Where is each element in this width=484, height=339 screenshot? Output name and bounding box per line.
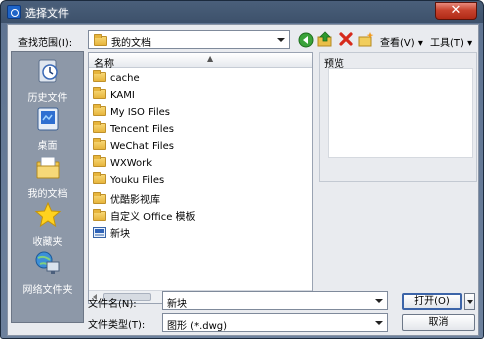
chevron-down-icon[interactable]	[372, 293, 386, 308]
place-label: 网络文件夹	[22, 285, 73, 296]
place-my-documents[interactable]: 我的文档	[12, 154, 83, 200]
item-name: cache	[110, 73, 140, 84]
tools-menu-label: 工具(T)	[430, 38, 464, 49]
place-desktop[interactable]: 桌面	[12, 106, 83, 152]
filetype-combo[interactable]: 图形 (*.dwg)	[162, 313, 388, 332]
filename-value: 新块	[167, 299, 187, 310]
list-item[interactable]: WXWork	[93, 155, 153, 174]
list-item[interactable]: WeChat Files	[93, 138, 174, 157]
back-icon[interactable]	[298, 32, 314, 48]
look-in-combo[interactable]: 我的文档	[88, 30, 290, 49]
desktop-icon	[37, 107, 58, 131]
folder-icon	[93, 70, 106, 82]
up-one-level-icon[interactable]	[317, 31, 333, 47]
item-name: WXWork	[110, 158, 153, 169]
delete-icon[interactable]	[338, 31, 354, 47]
place-label: 桌面	[37, 141, 58, 152]
tools-menu[interactable]: 工具(T) ▾	[430, 34, 472, 49]
dialog-client-area: 查找范围(I): 我的文档 查看(V) ▾ 工具(T) ▾ 历史文件 桌面 我的…	[7, 24, 479, 336]
folder-icon	[93, 172, 106, 184]
item-name: WeChat Files	[110, 141, 174, 152]
look-in-label: 查找范围(I):	[18, 38, 73, 49]
folder-icon	[93, 192, 106, 204]
item-name: My ISO Files	[110, 107, 171, 118]
dialog-window: 选择文件 ✕ 查找范围(I): 我的文档 查看(V) ▾ 工具(T) ▾ 历史文…	[0, 0, 484, 339]
close-button[interactable]: ✕	[435, 2, 477, 20]
place-label: 我的文档	[27, 189, 68, 200]
open-button[interactable]: 打开(O)	[402, 293, 462, 310]
column-header-label: 名称	[94, 59, 114, 70]
window-title: 选择文件	[25, 7, 69, 20]
folder-icon	[93, 104, 106, 116]
list-item[interactable]: Youku Files	[93, 172, 165, 191]
view-dropdown-arrow-icon: ▾	[417, 38, 423, 49]
filetype-label: 文件类型(T):	[88, 320, 146, 331]
place-network-folder[interactable]: 网络文件夹	[12, 250, 83, 296]
item-name: KAMI	[110, 90, 135, 101]
my-documents-icon	[36, 156, 59, 179]
folder-icon	[94, 34, 107, 46]
folder-icon	[93, 121, 106, 133]
chevron-down-icon[interactable]	[372, 315, 386, 330]
open-options-arrow-icon[interactable]	[464, 293, 475, 310]
file-list[interactable]: 名称 ▲ cache KAMI My ISO Files Tencent Fil…	[88, 52, 313, 304]
place-label: 收藏夹	[32, 237, 63, 248]
item-name: Youku Files	[110, 175, 165, 186]
title-bar[interactable]: 选择文件 ✕	[1, 1, 483, 23]
tools-dropdown-arrow-icon: ▾	[467, 38, 473, 49]
chevron-down-icon[interactable]	[274, 32, 288, 47]
favorites-star-icon	[34, 201, 61, 228]
view-menu-label: 查看(V)	[380, 38, 415, 49]
dwg-file-icon	[93, 227, 106, 238]
network-folder-icon	[35, 251, 59, 274]
new-folder-icon[interactable]	[358, 31, 374, 47]
folder-icon	[93, 87, 106, 99]
look-in-value: 我的文档	[111, 38, 151, 49]
list-item[interactable]: 自定义 Office 模板	[93, 208, 196, 225]
app-icon	[7, 5, 21, 19]
filetype-value: 图形 (*.dwg)	[167, 321, 228, 332]
sort-ascending-icon: ▲	[207, 54, 214, 63]
place-label: 历史文件	[27, 93, 68, 104]
item-name: Tencent Files	[110, 124, 174, 135]
place-favorites[interactable]: 收藏夹	[12, 201, 83, 248]
list-item[interactable]: My ISO Files	[93, 104, 171, 123]
cancel-button[interactable]: 取消	[402, 314, 475, 331]
item-name: 自定义 Office 模板	[110, 212, 196, 223]
filename-combo[interactable]: 新块	[162, 291, 388, 310]
folder-icon	[93, 155, 106, 167]
list-item[interactable]: 优酷影视库	[93, 191, 160, 208]
preview-area	[328, 68, 473, 158]
column-header-name[interactable]: 名称 ▲	[89, 53, 312, 70]
folder-icon	[93, 209, 106, 221]
item-name: 优酷影视库	[110, 195, 160, 206]
view-menu[interactable]: 查看(V) ▾	[380, 34, 423, 49]
places-bar: 历史文件 桌面 我的文档 收藏夹 网络文件夹	[11, 51, 84, 323]
history-icon	[38, 59, 58, 83]
item-name: 新块	[110, 229, 130, 240]
folder-icon	[93, 138, 106, 150]
filename-label: 文件名(N):	[88, 299, 137, 310]
list-item[interactable]: 新块	[93, 225, 130, 242]
list-item[interactable]: Tencent Files	[93, 121, 174, 140]
place-history[interactable]: 历史文件	[12, 58, 83, 104]
